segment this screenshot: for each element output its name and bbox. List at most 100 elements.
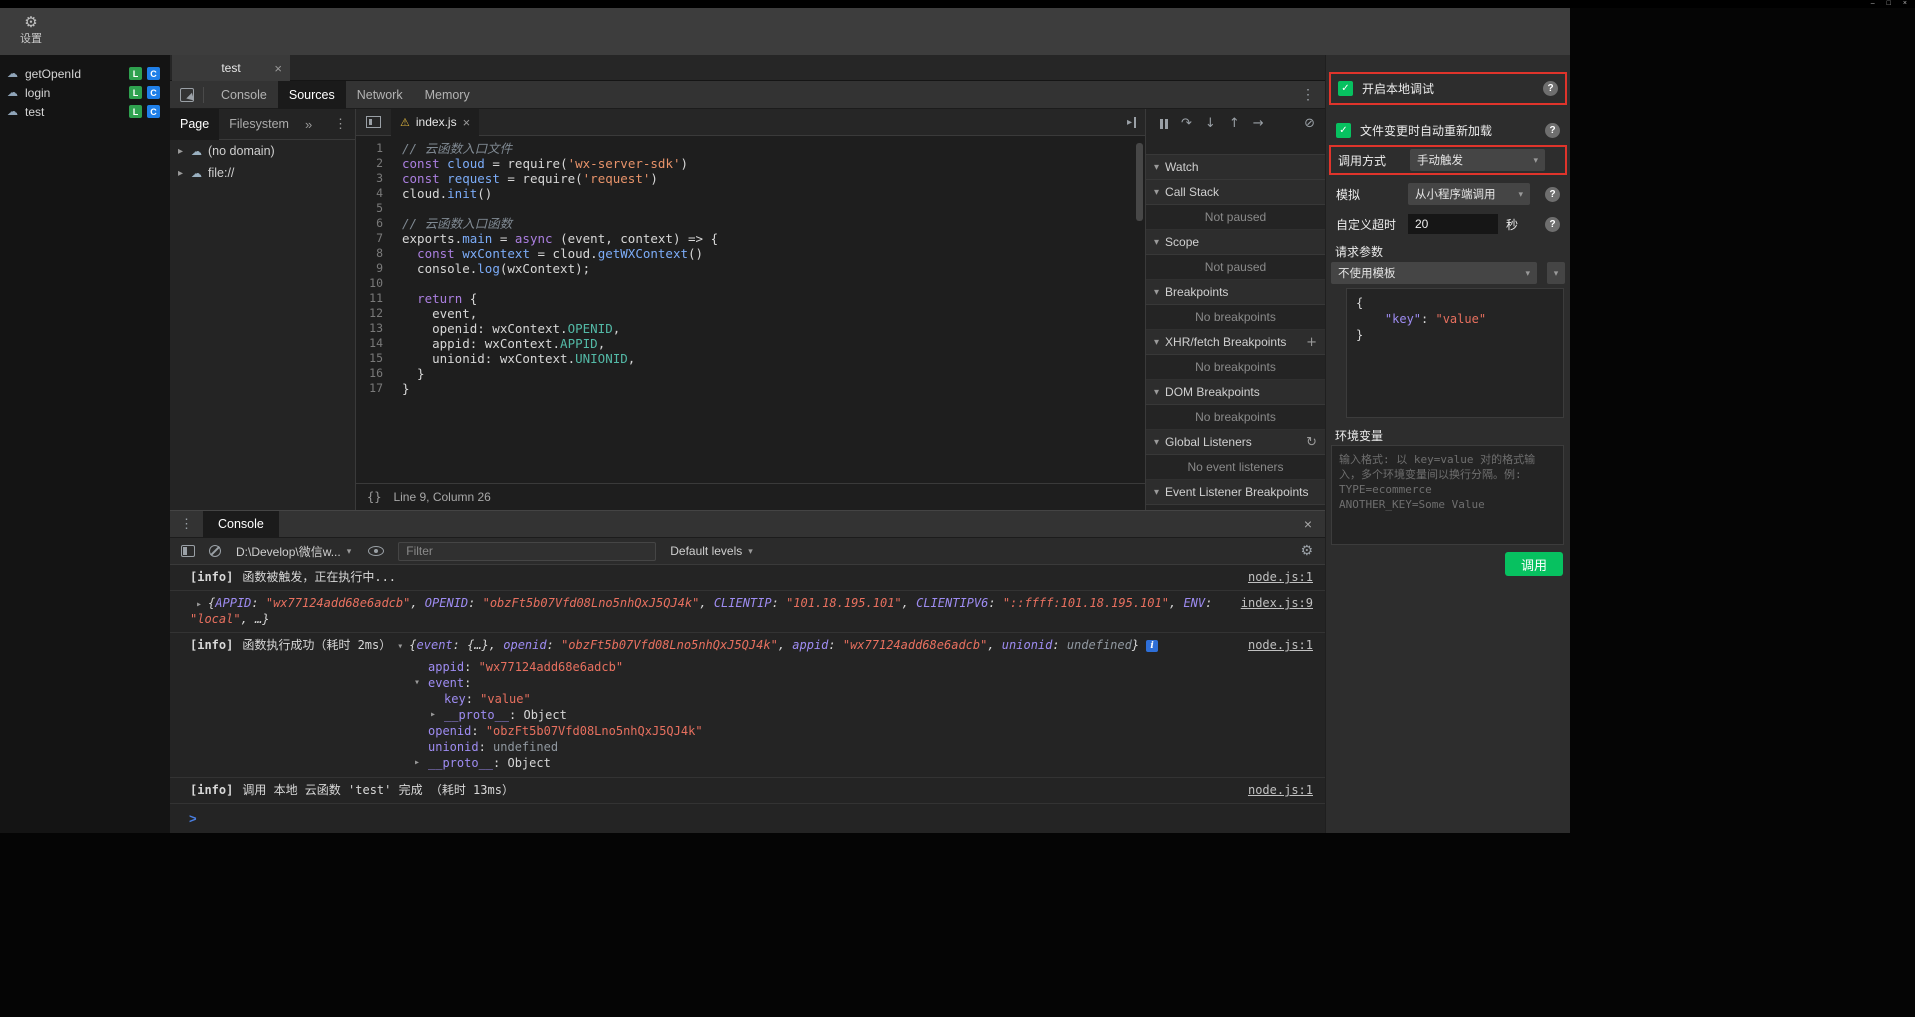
invoke-mode-select[interactable]: 手动触发 ▾ <box>1410 149 1545 171</box>
source-link[interactable]: node.js:1 <box>1248 638 1313 653</box>
source-link[interactable]: index.js:9 <box>1241 596 1313 611</box>
object-tree-node[interactable]: appid: "wx77124add68e6adcb" <box>170 659 1325 675</box>
console-filter-input[interactable] <box>398 542 656 561</box>
object-tree-node[interactable]: ▸__proto__: Object <box>170 707 1325 723</box>
token: cloud <box>447 156 485 171</box>
debugger-section-global-listeners[interactable]: ▾Global Listeners↻ <box>1146 430 1325 455</box>
expand-arrow-icon[interactable]: ▸ <box>196 599 202 610</box>
help-icon[interactable]: ? <box>1545 217 1560 232</box>
tab-network[interactable]: Network <box>346 81 414 109</box>
source-link[interactable]: node.js:1 <box>1248 783 1313 798</box>
help-icon[interactable]: ? <box>1545 187 1560 202</box>
more-options-icon[interactable]: ⋮ <box>180 516 193 532</box>
object-tree-node[interactable]: ▾event: <box>170 675 1325 691</box>
params-template-select[interactable]: 不使用模板 ▾ <box>1331 262 1537 284</box>
token: UNIONID <box>575 351 628 366</box>
step-icon[interactable]: → <box>1253 117 1264 131</box>
chevron-icon[interactable]: ▾ <box>414 675 428 691</box>
step-out-icon[interactable]: ↑ <box>1229 117 1240 131</box>
close-icon[interactable]: × <box>274 62 282 75</box>
navigator-tab-filesystem[interactable]: Filesystem <box>219 109 299 140</box>
object-preview[interactable]: {APPID: "wx77124add68e6adcb", OPENID: "o… <box>190 596 1220 626</box>
tab-sources[interactable]: Sources <box>278 81 346 109</box>
minimize-button[interactable]: – <box>1871 0 1875 8</box>
debugger-section-watch[interactable]: ▾Watch <box>1146 155 1325 180</box>
request-params-json-editor[interactable]: { "key": "value"} <box>1346 288 1564 418</box>
plus-icon[interactable]: + <box>1306 335 1317 350</box>
close-console-icon[interactable]: × <box>1304 516 1312 532</box>
close-icon[interactable]: × <box>463 115 471 130</box>
invoke-button[interactable]: 调用 <box>1505 552 1563 576</box>
object-tree-node[interactable]: key: "value" <box>170 691 1325 707</box>
params-template-row: 不使用模板 ▾ ▾ <box>1331 261 1565 285</box>
local-debug-badge[interactable]: L <box>129 67 142 80</box>
eye-icon[interactable] <box>368 546 384 556</box>
auto-reload-checkbox[interactable]: ✓ <box>1336 123 1351 138</box>
info-icon[interactable]: i <box>1146 640 1158 652</box>
local-debug-badge[interactable]: L <box>129 86 142 99</box>
divider <box>203 87 204 103</box>
code-area[interactable]: 1234567891011121314151617 // 云函数入口文件cons… <box>356 136 1145 483</box>
object-tree-node[interactable]: ▸__proto__: Object <box>170 755 1325 771</box>
more-options-icon[interactable]: ⋮ <box>1301 86 1315 103</box>
env-vars-textarea[interactable] <box>1331 445 1564 545</box>
chevron-icon[interactable]: ▸ <box>430 707 444 723</box>
console-tab-label: Console <box>218 517 264 531</box>
cloud-debug-badge[interactable]: C <box>147 105 160 118</box>
cloud-debug-badge[interactable]: C <box>147 67 160 80</box>
devtools-tab-test[interactable]: test × <box>172 55 290 81</box>
console-prompt[interactable]: > <box>170 804 1325 828</box>
maximize-button[interactable]: □ <box>1887 0 1891 8</box>
debugger-section-call-stack[interactable]: ▾Call Stack <box>1146 180 1325 205</box>
deactivate-breakpoints-icon[interactable]: ⊘ <box>1304 117 1315 131</box>
close-button[interactable]: × <box>1903 0 1907 8</box>
step-into-icon[interactable]: ↓ <box>1205 117 1216 131</box>
file-tree-item[interactable]: ▸☁(no domain) <box>170 140 355 162</box>
navigator-toggle-icon[interactable] <box>366 116 381 128</box>
execution-context-selector[interactable]: D:\Develop\微信w... ▾ <box>236 543 351 560</box>
object-tree-node[interactable]: openid: "obzFt5b07Vfd08Lno5nhQxJ5QJ4k" <box>170 723 1325 739</box>
expand-arrow-icon[interactable]: ▾ <box>397 641 403 652</box>
object-tree-node[interactable]: unionid: undefined <box>170 739 1325 755</box>
file-tree-item[interactable]: ▸☁file:// <box>170 162 355 184</box>
debugger-section-scope[interactable]: ▾Scope <box>1146 230 1325 255</box>
debugger-section-event-listener-breakpoints[interactable]: ▾Event Listener Breakpoints <box>1146 480 1325 505</box>
cloud-function-item-getopenid[interactable]: ☁getOpenIdLC <box>0 64 170 83</box>
file-tab-indexjs[interactable]: ⚠ index.js × <box>391 109 479 136</box>
settings-button[interactable]: ⚙ 设置 <box>10 12 52 46</box>
cloud-debug-badge[interactable]: C <box>147 86 160 99</box>
tab-memory[interactable]: Memory <box>414 81 481 109</box>
chevron-icon[interactable]: ▸ <box>414 755 428 771</box>
console-sidebar-icon[interactable] <box>181 545 195 557</box>
pretty-print-icon[interactable]: {} <box>367 490 381 504</box>
simulate-select[interactable]: 从小程序端调用 ▾ <box>1408 183 1530 205</box>
enable-local-debug-checkbox[interactable]: ✓ <box>1338 81 1353 96</box>
tab-console-drawer[interactable]: Console <box>203 511 279 538</box>
navigator-tab-page[interactable]: Page <box>170 109 219 140</box>
debugger-section-xhr-fetch-breakpoints[interactable]: ▾XHR/fetch Breakpoints+ <box>1146 330 1325 355</box>
scrollbar-thumb[interactable] <box>1136 143 1143 221</box>
debugger-section-breakpoints[interactable]: ▾Breakpoints <box>1146 280 1325 305</box>
step-over-icon[interactable]: ↷ <box>1181 117 1192 131</box>
debugger-section-dom-breakpoints[interactable]: ▾DOM Breakpoints <box>1146 380 1325 405</box>
cloud-function-item-login[interactable]: ☁loginLC <box>0 83 170 102</box>
local-debug-badge[interactable]: L <box>129 105 142 118</box>
help-icon[interactable]: ? <box>1545 123 1560 138</box>
console-settings-icon[interactable]: ⚙ <box>1300 543 1313 559</box>
template-mini-dropdown[interactable]: ▾ <box>1547 262 1565 284</box>
clear-console-icon[interactable] <box>209 545 221 557</box>
pause-icon[interactable] <box>1160 119 1168 129</box>
inspect-element-icon[interactable] <box>180 88 194 102</box>
object-preview[interactable]: {event: {…}, openid: "obzFt5b07Vfd08Lno5… <box>409 638 1139 652</box>
show-debugger-icon[interactable]: ▸ <box>1127 117 1136 128</box>
tab-console[interactable]: Console <box>210 81 278 109</box>
cloud-function-item-test[interactable]: ☁testLC <box>0 102 170 121</box>
more-options-icon[interactable]: ⋮ <box>334 116 347 132</box>
log-levels-dropdown[interactable]: Default levels ▾ <box>670 544 753 558</box>
json-line: { <box>1356 295 1554 311</box>
source-link[interactable]: node.js:1 <box>1248 570 1313 585</box>
overflow-tabs-icon[interactable]: » <box>305 117 312 132</box>
timeout-input[interactable] <box>1408 214 1498 234</box>
refresh-icon[interactable]: ↻ <box>1306 435 1317 450</box>
help-icon[interactable]: ? <box>1543 81 1558 96</box>
